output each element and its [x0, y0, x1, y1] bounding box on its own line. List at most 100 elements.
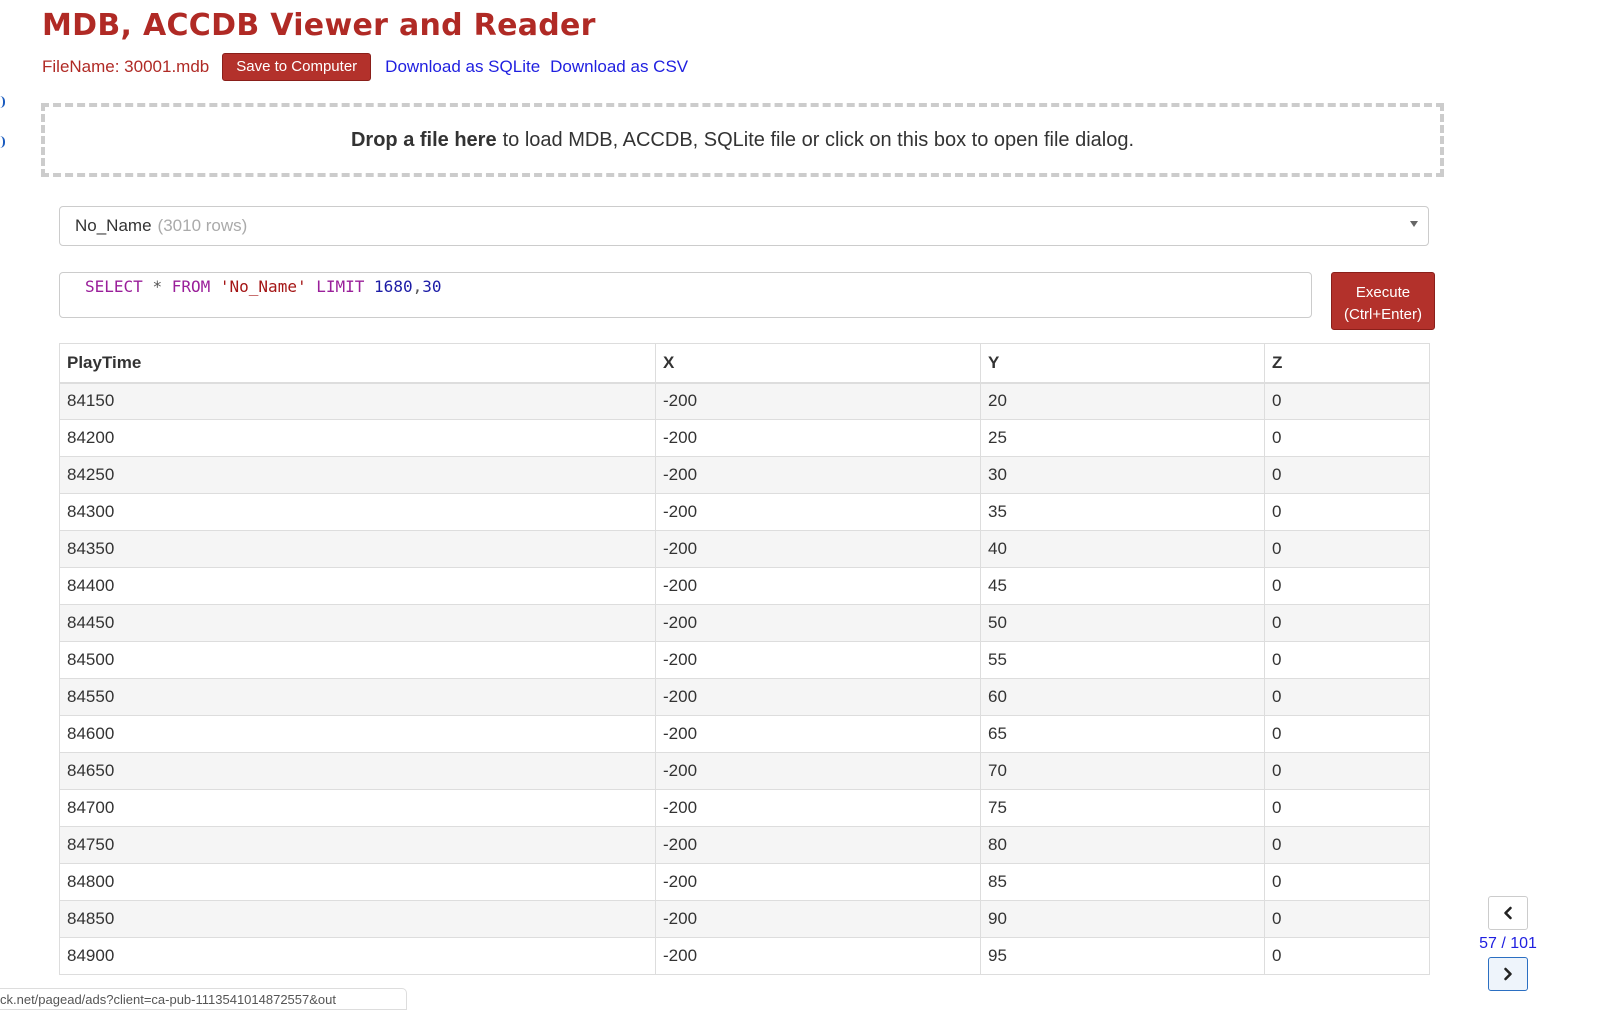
dropzone-text: to load MDB, ACCDB, SQLite file or click… [502, 128, 1135, 151]
table-row: 84550 -200 60 0 [59, 678, 1430, 716]
column-header-playtime[interactable]: PlayTime [59, 343, 656, 384]
cell-playtime: 84350 [59, 530, 656, 568]
cell-x: -200 [655, 604, 981, 642]
filename-label: FileName: 30001.mdb [42, 57, 210, 76]
cell-x: -200 [655, 826, 981, 864]
cell-playtime: 84250 [59, 456, 656, 494]
cell-x: -200 [655, 678, 981, 716]
cell-z: 0 [1264, 493, 1430, 531]
sql-keyword-select: SELECT [85, 277, 143, 296]
table-header-row: PlayTime X Y Z [59, 343, 1430, 384]
cell-z: 0 [1264, 752, 1430, 790]
table-row-count: (3010 rows) [157, 216, 248, 235]
cell-x: -200 [655, 456, 981, 494]
cell-y: 55 [980, 641, 1265, 679]
cell-x: -200 [655, 530, 981, 568]
cell-y: 25 [980, 419, 1265, 457]
execute-label: Execute [1355, 283, 1411, 301]
cell-y: 20 [980, 382, 1265, 420]
cell-y: 70 [980, 752, 1265, 790]
table-select-value: No_Name [75, 216, 152, 235]
cell-y: 85 [980, 863, 1265, 901]
table-select[interactable]: No_Name (3010 rows) [59, 206, 1429, 246]
cell-z: 0 [1264, 530, 1430, 568]
table-row: 84300 -200 35 0 [59, 493, 1430, 531]
cell-z: 0 [1264, 382, 1430, 420]
sql-query-editor[interactable]: SELECT * FROM 'No_Name' LIMIT 1680,30 [59, 272, 1312, 318]
table-row: 84400 -200 45 0 [59, 567, 1430, 605]
cell-x: -200 [655, 382, 981, 420]
cell-y: 35 [980, 493, 1265, 531]
dropzone-bold-text: Drop a file here [350, 128, 497, 151]
cell-x: -200 [655, 493, 981, 531]
cell-y: 95 [980, 937, 1265, 975]
download-csv-link[interactable]: Download as CSV [550, 57, 688, 77]
column-header-x[interactable]: X [655, 343, 981, 384]
page-title: MDB, ACCDB Viewer and Reader [42, 8, 596, 43]
cell-x: -200 [655, 863, 981, 901]
results-table: PlayTime X Y Z 84150 -200 20 0 84200 -200 25 0… [59, 343, 1430, 975]
cell-playtime: 84300 [59, 493, 656, 531]
cell-playtime: 84550 [59, 678, 656, 716]
table-row: 84500 -200 55 0 [59, 641, 1430, 679]
table-row: 84750 -200 80 0 [59, 826, 1430, 864]
table-row: 84900 -200 95 0 [59, 937, 1430, 975]
cell-playtime: 84800 [59, 863, 656, 901]
cell-playtime: 84900 [59, 937, 656, 975]
cell-playtime: 84750 [59, 826, 656, 864]
cell-z: 0 [1264, 678, 1430, 716]
cell-playtime: 84600 [59, 715, 656, 753]
cell-x: -200 [655, 789, 981, 827]
cell-playtime: 84650 [59, 752, 656, 790]
sql-count: 30 [422, 277, 442, 296]
page: MDB, ACCDB Viewer and Reader FileName: 3… [0, 0, 1600, 1022]
cell-z: 0 [1264, 900, 1430, 938]
cell-x: -200 [655, 752, 981, 790]
sql-table-name: 'No_Name' [219, 277, 307, 296]
table-row: 84800 -200 85 0 [59, 863, 1430, 901]
sql-offset: 1680 [374, 277, 413, 296]
table-row: 84350 -200 40 0 [59, 530, 1430, 568]
table-row: 84200 -200 25 0 [59, 419, 1430, 457]
prev-page-button[interactable] [1488, 896, 1528, 930]
cell-z: 0 [1264, 863, 1430, 901]
table-row: 84250 -200 30 0 [59, 456, 1430, 494]
cell-playtime: 84450 [59, 604, 656, 642]
column-header-z[interactable]: Z [1264, 343, 1430, 384]
cell-playtime: 84700 [59, 789, 656, 827]
file-dropzone[interactable]: Drop a file here to load MDB, ACCDB, SQL… [41, 103, 1444, 177]
cell-z: 0 [1264, 456, 1430, 494]
cell-z: 0 [1264, 789, 1430, 827]
execute-button[interactable]: Execute (Ctrl+Enter) [1331, 272, 1435, 330]
save-to-computer-button[interactable]: Save to Computer [222, 53, 372, 81]
cell-z: 0 [1264, 567, 1430, 605]
cell-x: -200 [655, 641, 981, 679]
cell-playtime: 84200 [59, 419, 656, 457]
cell-x: -200 [655, 900, 981, 938]
column-header-y[interactable]: Y [980, 343, 1265, 384]
sql-star: * [152, 277, 163, 296]
execute-shortcut: (Ctrl+Enter) [1344, 305, 1422, 323]
cell-y: 80 [980, 826, 1265, 864]
table-row: 84650 -200 70 0 [59, 752, 1430, 790]
cell-y: 30 [980, 456, 1265, 494]
cell-playtime: 84850 [59, 900, 656, 938]
cell-z: 0 [1264, 419, 1430, 457]
cell-x: -200 [655, 567, 981, 605]
cell-z: 0 [1264, 715, 1430, 753]
cell-playtime: 84400 [59, 567, 656, 605]
sql-comma: , [412, 277, 423, 296]
next-page-button[interactable] [1488, 957, 1528, 991]
table-row: 84450 -200 50 0 [59, 604, 1430, 642]
cell-y: 45 [980, 567, 1265, 605]
cell-y: 75 [980, 789, 1265, 827]
chevron-left-icon [1504, 906, 1512, 920]
cell-y: 40 [980, 530, 1265, 568]
browser-status-url: ck.net/pagead/ads?client=ca-pub-11135410… [0, 988, 407, 1010]
download-sqlite-link[interactable]: Download as SQLite [385, 57, 540, 77]
sql-keyword-limit: LIMIT [316, 277, 365, 296]
pagination: 57 / 101 [1474, 896, 1542, 996]
chevron-right-icon [1504, 967, 1512, 981]
table-row: 84850 -200 90 0 [59, 900, 1430, 938]
cell-playtime: 84500 [59, 641, 656, 679]
